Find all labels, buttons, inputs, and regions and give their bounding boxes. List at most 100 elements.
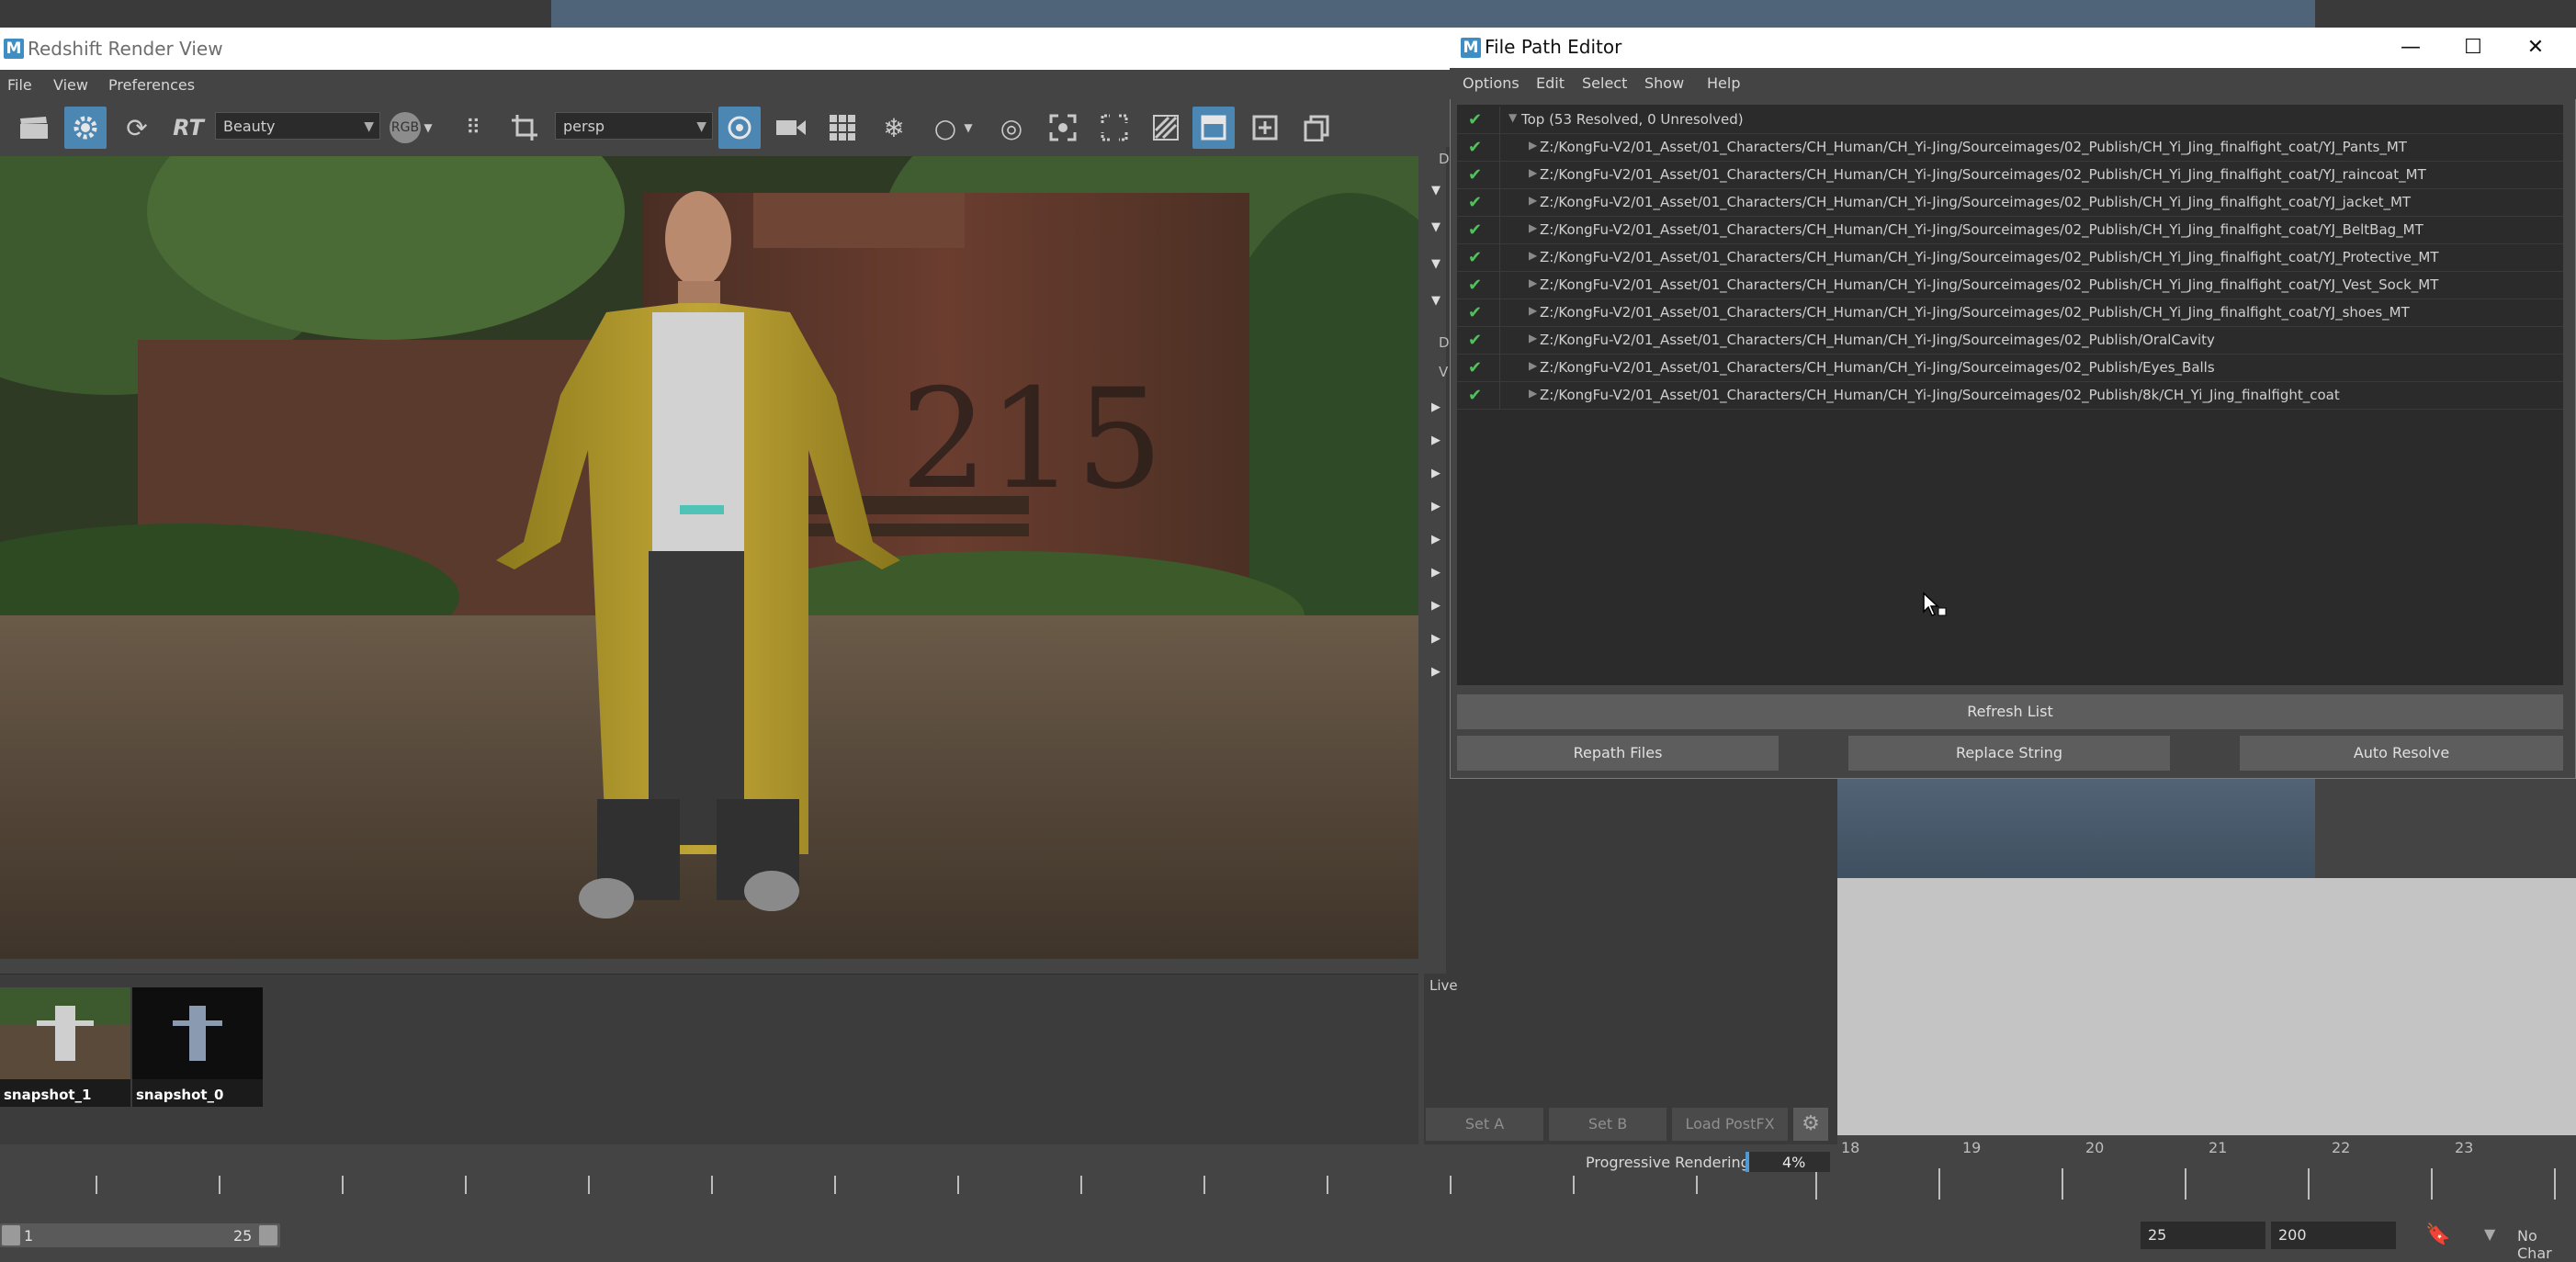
chevron-right-icon[interactable]: ▶ [1431, 467, 1441, 480]
chevron-right-icon[interactable]: ▶ [1431, 434, 1441, 447]
chevron-right-icon[interactable]: ▶ [1431, 533, 1441, 546]
bookmark-icon[interactable]: 🔖 [2425, 1223, 2450, 1247]
side-letter-d2: D [1439, 334, 1450, 351]
redshift-titlebar[interactable]: M Redshift Render View [0, 28, 1452, 70]
render-image[interactable]: 215 [0, 156, 1418, 959]
collapsed-triangle-icon[interactable]: ▶ [1529, 359, 1537, 372]
tree-row[interactable]: ✔ ▶ Z:/KongFu-V2/01_Asset/01_Characters/… [1457, 162, 2563, 189]
tree-row[interactable]: ✔ ▶ Z:/KongFu-V2/01_Asset/01_Characters/… [1457, 299, 2563, 327]
expanded-triangle-icon[interactable]: ▼ [1508, 111, 1517, 124]
tree-row[interactable]: ✔ ▶ Z:/KongFu-V2/01_Asset/01_Characters/… [1457, 244, 2563, 272]
chevron-right-icon[interactable]: ▶ [1431, 566, 1441, 580]
frame-label: 22 [2332, 1139, 2351, 1156]
file-path-label: Z:/KongFu-V2/01_Asset/01_Characters/CH_H… [1540, 276, 2439, 293]
chevron-down-icon[interactable]: ▼ [2484, 1225, 2504, 1245]
tree-row[interactable]: ✔ ▶ Z:/KongFu-V2/01_Asset/01_Characters/… [1457, 355, 2563, 382]
resolved-check-icon: ✔ [1468, 165, 1483, 185]
crop-icon[interactable] [503, 107, 546, 149]
menu-view[interactable]: View [53, 76, 88, 94]
snapshot-thumbnail[interactable]: snapshot_0 [132, 987, 263, 1107]
frame-selection-icon[interactable] [1042, 107, 1084, 149]
tree-row[interactable]: ✔ ▶ Z:/KongFu-V2/01_Asset/01_Characters/… [1457, 382, 2563, 410]
file-path-editor-menubar: Options Edit Select Show Help [1450, 68, 2576, 99]
collapsed-triangle-icon[interactable]: ▶ [1529, 387, 1537, 400]
menu-show[interactable]: Show [1644, 74, 1684, 92]
render-gear-icon[interactable] [64, 107, 107, 149]
range-end-handle[interactable] [259, 1225, 277, 1245]
chevron-down-icon[interactable]: ▼ [1431, 294, 1441, 308]
load-postfx-button[interactable]: Load PostFX [1672, 1108, 1788, 1141]
collapsed-triangle-icon[interactable]: ▶ [1529, 139, 1537, 152]
image-panel-icon[interactable] [1192, 107, 1235, 149]
file-path-editor-titlebar[interactable]: M File Path Editor — ☐ ✕ [1450, 28, 2576, 68]
aov-select[interactable]: Beauty ▼ [215, 112, 380, 140]
tree-root-row[interactable]: ✔ ▼ Top (53 Resolved, 0 Unresolved) [1457, 107, 2563, 134]
lock-camera-icon[interactable] [718, 107, 761, 149]
collapsed-triangle-icon[interactable]: ▶ [1529, 276, 1537, 289]
frame-label: 18 [1841, 1139, 1860, 1156]
chevron-right-icon[interactable]: ▶ [1431, 599, 1441, 613]
collapsed-triangle-icon[interactable]: ▶ [1529, 194, 1537, 207]
tree-row[interactable]: ✔ ▶ Z:/KongFu-V2/01_Asset/01_Characters/… [1457, 217, 2563, 244]
menu-edit[interactable]: Edit [1536, 74, 1565, 92]
collapsed-triangle-icon[interactable]: ▶ [1529, 221, 1537, 234]
snapshot-thumbnail[interactable]: snapshot_1 [0, 987, 130, 1107]
tick-mark [96, 1176, 97, 1194]
tree-row[interactable]: ✔ ▶ Z:/KongFu-V2/01_Asset/01_Characters/… [1457, 272, 2563, 299]
menu-select[interactable]: Select [1582, 74, 1627, 92]
chevron-down-icon[interactable]: ▼ [1431, 220, 1441, 234]
region-render-icon[interactable] [1093, 107, 1135, 149]
gear-icon[interactable]: ⚙ [1793, 1108, 1828, 1141]
auto-resolve-button[interactable]: Auto Resolve [2240, 736, 2563, 771]
menu-file[interactable]: File [7, 76, 32, 94]
menu-preferences[interactable]: Preferences [108, 76, 195, 94]
snowflake-icon[interactable]: ❄ [873, 107, 915, 149]
chevron-right-icon[interactable]: ▶ [1431, 632, 1441, 646]
chevron-down-icon[interactable]: ▼ [419, 107, 437, 149]
add-snapshot-icon[interactable] [1244, 107, 1286, 149]
collapsed-triangle-icon[interactable]: ▶ [1529, 304, 1537, 317]
focus-target-icon[interactable]: ◎ [990, 107, 1033, 149]
stripes-icon[interactable] [1145, 107, 1187, 149]
clapper-icon[interactable] [13, 107, 55, 149]
tree-row[interactable]: ✔ ▶ Z:/KongFu-V2/01_Asset/01_Characters/… [1457, 134, 2563, 162]
set-b-button[interactable]: Set B [1549, 1108, 1666, 1141]
minimize-icon[interactable]: — [2383, 33, 2438, 62]
maximize-icon[interactable]: ☐ [2446, 33, 2501, 62]
tick-mark [2308, 1168, 2310, 1200]
playback-end-field[interactable]: 25 [2141, 1222, 2265, 1249]
set-a-button[interactable]: Set A [1426, 1108, 1543, 1141]
file-path-label: Z:/KongFu-V2/01_Asset/01_Characters/CH_H… [1540, 194, 2412, 210]
replace-string-button[interactable]: Replace String [1848, 736, 2170, 771]
chevron-down-icon[interactable]: ▼ [959, 107, 977, 149]
refresh-icon[interactable]: ⟳ [116, 107, 158, 149]
animation-end-field[interactable]: 200 [2271, 1222, 2396, 1249]
camera-select[interactable]: persp ▼ [555, 112, 713, 140]
chevron-right-icon[interactable]: ▶ [1431, 665, 1441, 679]
collapsed-triangle-icon[interactable]: ▶ [1529, 166, 1537, 179]
chevron-down-icon[interactable]: ▼ [1431, 184, 1441, 197]
video-camera-icon[interactable] [770, 107, 812, 149]
copy-icon[interactable] [1295, 107, 1338, 149]
maya-viewport-top [551, 0, 2315, 28]
menu-help[interactable]: Help [1707, 74, 1740, 92]
range-start-handle[interactable] [2, 1225, 20, 1245]
chevron-right-icon[interactable]: ▶ [1431, 400, 1441, 414]
chevron-down-icon[interactable]: ▼ [1431, 257, 1441, 271]
grid-dots-icon[interactable]: ⠿ [452, 107, 494, 149]
chevron-right-icon[interactable]: ▶ [1431, 500, 1441, 513]
tick-mark [1573, 1176, 1575, 1194]
tree-row[interactable]: ✔ ▶ Z:/KongFu-V2/01_Asset/01_Characters/… [1457, 189, 2563, 217]
refresh-list-button[interactable]: Refresh List [1457, 694, 2563, 729]
menu-options[interactable]: Options [1463, 74, 1520, 92]
collapsed-triangle-icon[interactable]: ▶ [1529, 332, 1537, 344]
tree-row[interactable]: ✔ ▶ Z:/KongFu-V2/01_Asset/01_Characters/… [1457, 327, 2563, 355]
render-settings-collapsed-strip [1420, 147, 1446, 974]
rt-icon[interactable]: RT [167, 107, 209, 149]
tick-mark [957, 1176, 959, 1194]
close-icon[interactable]: ✕ [2508, 33, 2563, 62]
tiles-icon[interactable] [821, 107, 864, 149]
repath-files-button[interactable]: Repath Files [1457, 736, 1779, 771]
character-set-label[interactable]: No Char [2517, 1227, 2576, 1262]
collapsed-triangle-icon[interactable]: ▶ [1529, 249, 1537, 262]
